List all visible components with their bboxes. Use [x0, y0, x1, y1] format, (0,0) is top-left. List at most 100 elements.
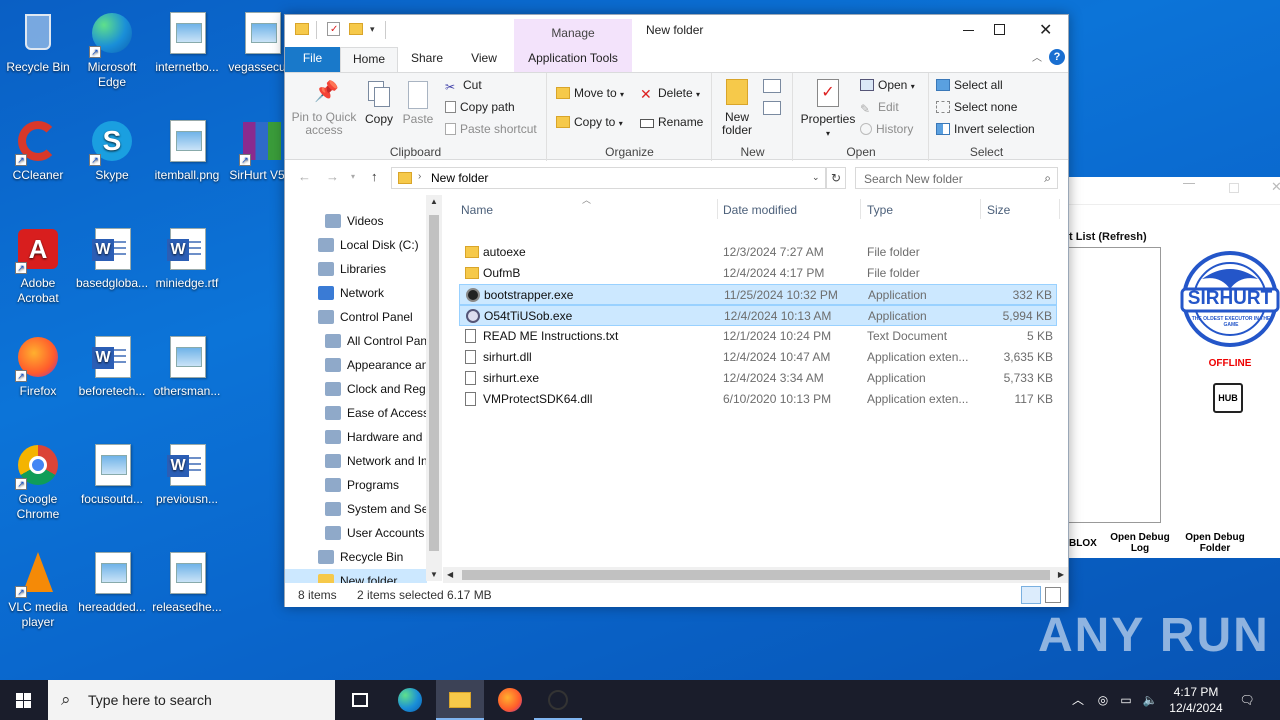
- network-icon[interactable]: ▭: [1116, 680, 1136, 720]
- select-none-button[interactable]: Select none: [936, 100, 1017, 114]
- show-hidden-icons-icon[interactable]: ︿: [1068, 680, 1088, 720]
- taskbar-sirhurt[interactable]: [534, 680, 582, 720]
- nav-item-videos[interactable]: Videos: [285, 209, 427, 233]
- desktop-icon-itemball[interactable]: itemball.png: [149, 118, 225, 183]
- nav-item-user-accounts[interactable]: User Accounts: [285, 521, 427, 545]
- paste-shortcut-button[interactable]: Paste shortcut: [445, 122, 537, 136]
- tab-share[interactable]: Share: [398, 47, 456, 72]
- taskbar-edge[interactable]: [386, 680, 434, 720]
- collapse-ribbon-icon[interactable]: ︿: [1032, 49, 1042, 64]
- nav-item-recycle-bin[interactable]: Recycle Bin: [285, 545, 427, 569]
- desktop-icon-ccleaner[interactable]: ↗ CCleaner: [0, 118, 76, 183]
- scroll-thumb[interactable]: [429, 215, 439, 551]
- scroll-right-icon[interactable]: ▶: [1058, 570, 1064, 579]
- up-icon[interactable]: ↑: [371, 169, 378, 184]
- table-row[interactable]: OufmB 12/4/2024 4:17 PM File folder: [459, 263, 1057, 284]
- notifications-icon[interactable]: 🗨: [1236, 680, 1258, 720]
- new-folder-button[interactable]: New folder: [717, 79, 757, 137]
- maximize-icon[interactable]: [994, 24, 1005, 35]
- desktop-icon-vlc-media-player[interactable]: ↗ VLC media player: [0, 550, 76, 630]
- script-list[interactable]: [1069, 247, 1161, 523]
- column-header-name[interactable]: Name: [461, 203, 493, 217]
- table-row[interactable]: bootstrapper.exe 11/25/2024 10:32 PM Appli…: [459, 284, 1057, 305]
- copy-to-button[interactable]: Copy to ▾: [556, 115, 623, 129]
- taskbar-firefox[interactable]: [486, 680, 534, 720]
- close-icon[interactable]: ✕: [1039, 20, 1052, 40]
- search-input[interactable]: Search New folder ⌕: [855, 167, 1058, 189]
- desktop-icon-focusoutd[interactable]: focusoutd...: [74, 442, 150, 507]
- table-row[interactable]: autoexe 12/3/2024 7:27 AM File folder: [459, 242, 1057, 263]
- desktop-icon-firefox[interactable]: ↗ Firefox: [0, 334, 76, 399]
- forward-icon[interactable]: →: [326, 169, 339, 184]
- desktop-icon-releasedhe[interactable]: releasedhe...: [149, 550, 225, 615]
- tab-view[interactable]: View: [456, 47, 512, 72]
- desktop-icon-microsoft-edge[interactable]: ↗ Microsoft Edge: [74, 10, 150, 90]
- quick-access-dropdown-icon[interactable]: ▾: [370, 24, 375, 35]
- properties-quick-icon[interactable]: ✓: [327, 22, 340, 36]
- nav-item-network[interactable]: Network: [285, 281, 427, 305]
- nav-item-appearance[interactable]: Appearance and Personalization: [285, 353, 427, 377]
- navigation-scrollbar[interactable]: ▲ ▼: [426, 195, 442, 581]
- desktop-icon-previousn[interactable]: Wpreviousn...: [149, 442, 225, 507]
- copy-path-button[interactable]: Copy path: [445, 100, 515, 114]
- nav-item-libraries[interactable]: Libraries: [285, 257, 427, 281]
- open-button[interactable]: Open ▾: [860, 78, 915, 92]
- scroll-left-icon[interactable]: ◀: [447, 570, 453, 579]
- desktop-icon-recycle-bin[interactable]: Recycle Bin: [0, 10, 76, 75]
- close-icon[interactable]: ✕: [1271, 179, 1280, 195]
- table-row[interactable]: sirhurt.dll 12/4/2024 10:47 AM Application…: [459, 347, 1057, 368]
- tab-home[interactable]: Home: [340, 47, 398, 73]
- cut-button[interactable]: ✂ Cut: [445, 78, 482, 94]
- nav-item-ease-of-access[interactable]: Ease of Access: [285, 401, 427, 425]
- table-row[interactable]: READ ME Instructions.txt 12/1/2024 10:24 …: [459, 326, 1057, 347]
- invert-selection-button[interactable]: Invert selection: [936, 122, 1035, 136]
- delete-button[interactable]: ✕ Delete ▾: [640, 86, 700, 101]
- breadcrumb[interactable]: New folder: [431, 171, 488, 185]
- rename-button[interactable]: Rename: [640, 115, 703, 129]
- move-to-button[interactable]: Move to ▾: [556, 86, 624, 100]
- large-icons-view-icon[interactable]: [1045, 587, 1061, 603]
- desktop-icon-skype[interactable]: S ↗ Skype: [74, 118, 150, 183]
- column-header-size[interactable]: Size: [987, 203, 1010, 217]
- nav-item-control-panel[interactable]: Control Panel: [285, 305, 427, 329]
- details-view-icon[interactable]: [1021, 586, 1041, 604]
- properties-button[interactable]: ✓ Properties ▾: [800, 79, 856, 140]
- new-folder-quick-icon[interactable]: [349, 23, 363, 35]
- table-row[interactable]: sirhurt.exe 12/4/2024 3:34 AM Application 5…: [459, 368, 1057, 389]
- scroll-thumb[interactable]: [462, 570, 1050, 580]
- nav-item-clock[interactable]: Clock and Region: [285, 377, 427, 401]
- minimize-icon[interactable]: [963, 30, 974, 31]
- task-view-button[interactable]: [336, 680, 384, 720]
- desktop-icon-miniedge[interactable]: Wminiedge.rtf: [149, 226, 225, 291]
- desktop-icon-basedgloba[interactable]: Wbasedgloba...: [74, 226, 150, 291]
- nav-item-system-security[interactable]: System and Security: [285, 497, 427, 521]
- column-header-type[interactable]: Type: [867, 203, 893, 217]
- start-button[interactable]: [0, 680, 48, 720]
- clock[interactable]: 4:17 PM 12/4/2024: [1164, 680, 1228, 720]
- paste-button[interactable]: Paste: [401, 81, 435, 126]
- easy-access-icon[interactable]: [763, 101, 781, 115]
- desktop-icon-othersman[interactable]: othersman...: [149, 334, 225, 399]
- address-dropdown-icon[interactable]: ⌄: [812, 172, 820, 183]
- taskbar-file-explorer[interactable]: [436, 680, 484, 720]
- taskbar-search[interactable]: ⌕ Type here to search: [48, 680, 335, 720]
- history-button[interactable]: History: [860, 122, 913, 136]
- table-row[interactable]: O54tTiUSob.exe 12/4/2024 10:13 AM Applicat…: [459, 305, 1057, 326]
- select-all-button[interactable]: Select all: [936, 78, 1003, 92]
- roblox-button[interactable]: BLOX: [1069, 538, 1097, 550]
- desktop-icon-beforetech[interactable]: Wbeforetech...: [74, 334, 150, 399]
- script-list-header[interactable]: t List (Refresh): [1069, 231, 1147, 243]
- back-icon[interactable]: ←: [298, 169, 311, 184]
- nav-item-control-panel-items[interactable]: All Control Panel Items: [285, 329, 427, 353]
- desktop-icon-adobe-acrobat[interactable]: A ↗ Adobe Acrobat: [0, 226, 76, 306]
- desktop-icon-hereadded[interactable]: hereadded...: [74, 550, 150, 615]
- scroll-up-icon[interactable]: ▲: [430, 197, 438, 206]
- volume-icon[interactable]: 🔈: [1140, 680, 1160, 720]
- hub-button[interactable]: HUB: [1213, 383, 1243, 413]
- column-header-date[interactable]: Date modified: [723, 203, 797, 217]
- maximize-icon[interactable]: [1229, 183, 1239, 193]
- recent-locations-icon[interactable]: ▾: [351, 172, 355, 181]
- edit-button[interactable]: ✎ Edit: [860, 100, 899, 116]
- tab-application-tools[interactable]: Application Tools: [514, 47, 632, 72]
- open-debug-log-button[interactable]: Open Debug Log: [1107, 532, 1173, 554]
